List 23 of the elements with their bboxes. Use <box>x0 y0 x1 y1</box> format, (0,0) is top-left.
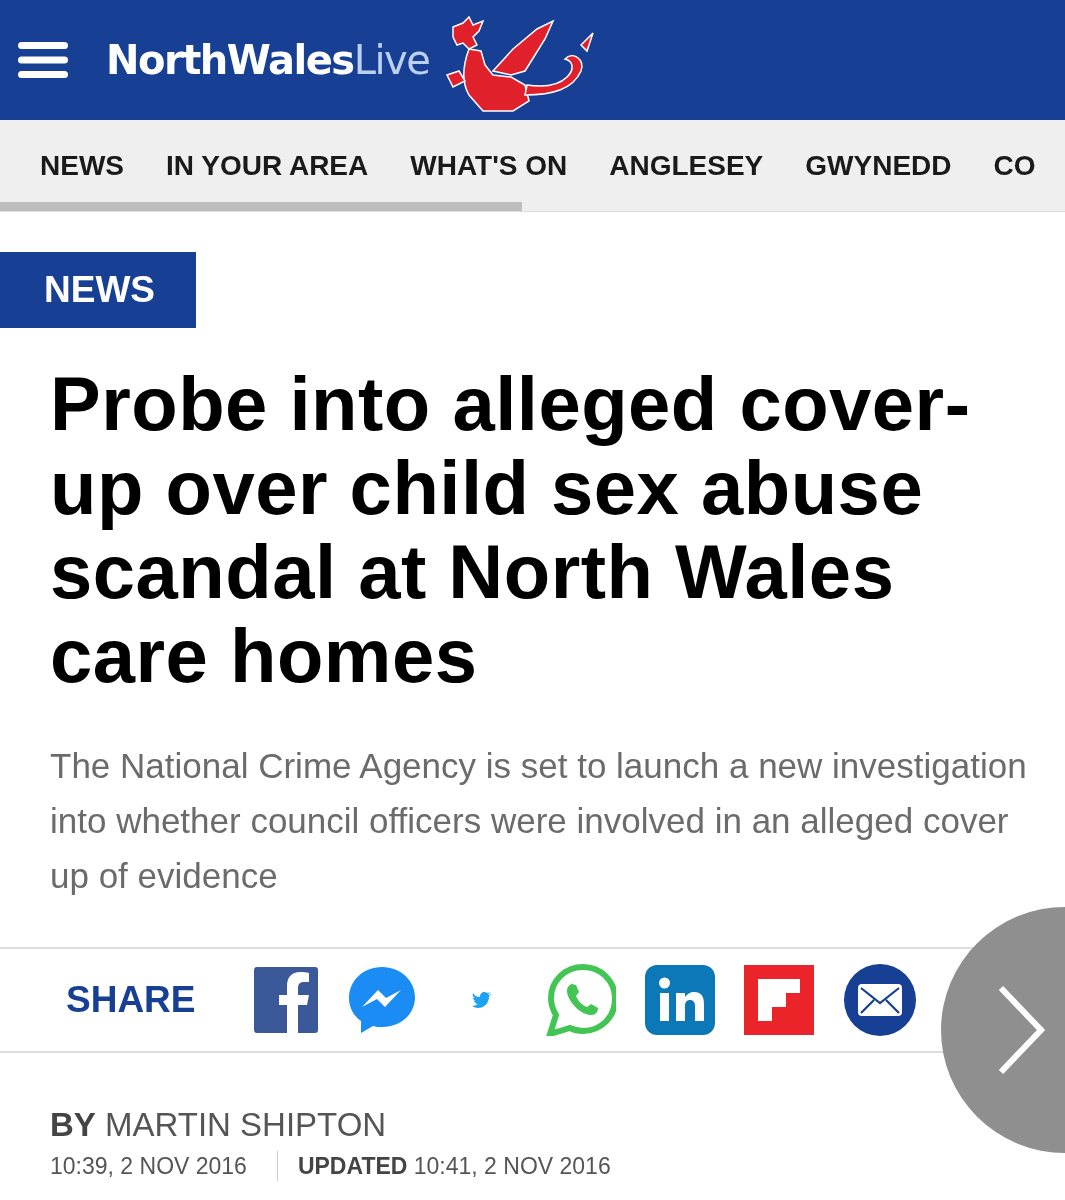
flipboard-share-button[interactable] <box>743 965 814 1035</box>
bird-share-button[interactable] <box>471 991 492 1009</box>
nav-link[interactable]: WHAT'S ON <box>389 144 589 187</box>
byline: BY MARTIN SHIPTON <box>50 1105 388 1145</box>
nav-link[interactable]: IN YOUR AREA <box>145 144 390 187</box>
share-label: SHARE <box>66 978 196 1023</box>
messenger-share-button[interactable] <box>346 965 417 1035</box>
whatsapp-share-button[interactable] <box>545 964 616 1036</box>
menu-icon[interactable] <box>18 42 68 78</box>
nav-link[interactable]: ANGLESEY <box>588 144 785 187</box>
nav-link[interactable]: CO <box>972 144 1057 187</box>
updated-date: UPDATED 10:41, 2 NOV 2016 <box>297 1152 611 1181</box>
envelope-share-button[interactable] <box>842 963 917 1037</box>
facebook-share-button[interactable] <box>253 965 318 1035</box>
nav-link[interactable]: GWYNEDD <box>784 144 973 187</box>
section-label[interactable]: NEWS <box>0 252 196 328</box>
headline: Probe into alleged cover-up over child sex abuse scandal at North Wales care homes <box>50 362 972 698</box>
site-logo[interactable]: NorthWalesLive <box>106 30 430 90</box>
standfirst: The National Crime Agency is set to launch a new investigation into whether council officers were involved in an alleged cover up of evidence <box>50 745 1028 897</box>
nav-link[interactable]: NEWS <box>0 144 145 187</box>
published-date: 10:39, 2 NOV 2016 <box>50 1152 247 1181</box>
linkedin-share-button[interactable] <box>644 965 715 1035</box>
chevron-right-icon <box>997 984 1045 1076</box>
